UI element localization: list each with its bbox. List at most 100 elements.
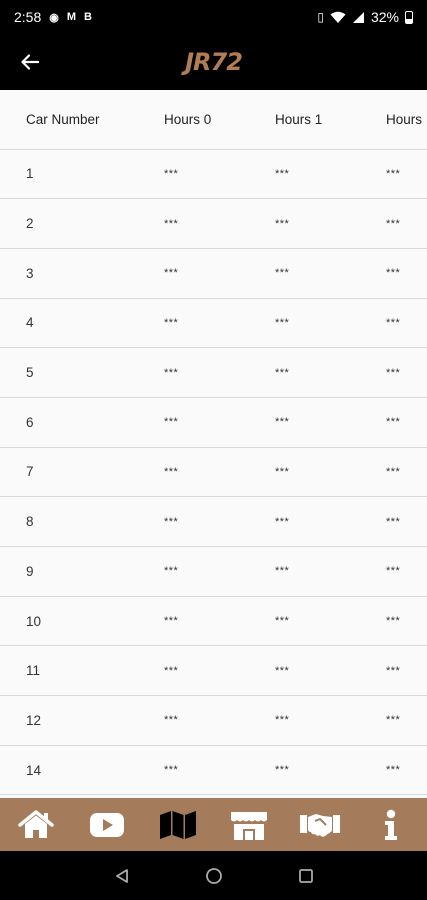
table-row[interactable]: 9 *** *** *** bbox=[0, 547, 427, 597]
table-row[interactable]: 2 *** *** *** bbox=[0, 199, 427, 249]
car-number-cell: 11 bbox=[26, 663, 41, 679]
system-home-button[interactable] bbox=[199, 861, 229, 891]
hours-0-cell: *** bbox=[164, 267, 179, 280]
notification-icon-1: ◉ bbox=[49, 11, 59, 24]
hours-0-cell: *** bbox=[164, 366, 179, 379]
hours-2-cell: *** bbox=[386, 366, 401, 379]
home-icon bbox=[17, 809, 54, 838]
system-back-button[interactable] bbox=[107, 861, 137, 891]
nav-partners-button[interactable] bbox=[290, 798, 350, 851]
table-row[interactable]: 11 *** *** *** bbox=[0, 646, 427, 696]
car-number-cell: 4 bbox=[26, 315, 34, 331]
hours-1-cell: *** bbox=[275, 366, 290, 379]
gmail-icon: M bbox=[66, 11, 77, 23]
car-number-cell: 8 bbox=[26, 514, 34, 530]
table-row[interactable]: 1 *** *** *** bbox=[0, 149, 427, 199]
header-hours-2: Hours bbox=[386, 111, 423, 127]
hours-0-cell: *** bbox=[164, 565, 179, 578]
handshake-icon bbox=[300, 813, 341, 837]
hours-1-cell: *** bbox=[275, 764, 290, 777]
hours-1-cell: *** bbox=[275, 714, 290, 727]
hours-1-cell: *** bbox=[275, 465, 290, 478]
signal-icon bbox=[352, 11, 364, 23]
table-row[interactable]: 3 *** *** *** bbox=[0, 248, 427, 299]
car-number-cell: 10 bbox=[26, 613, 42, 629]
hours-0-cell: *** bbox=[164, 465, 179, 478]
table-row[interactable]: 7 *** *** *** bbox=[0, 447, 427, 497]
hours-1-cell: *** bbox=[275, 316, 290, 329]
car-number-cell: 5 bbox=[26, 365, 34, 381]
battery-icon bbox=[405, 10, 413, 24]
hours-0-cell: *** bbox=[164, 167, 179, 180]
hours-2-cell: *** bbox=[386, 664, 401, 677]
car-number-cell: 1 bbox=[26, 166, 34, 182]
table-row[interactable]: 12 *** *** *** bbox=[0, 696, 427, 746]
vibrate-icon: ▯ bbox=[317, 10, 324, 24]
hours-2-cell: *** bbox=[386, 465, 401, 478]
hours-1-cell: *** bbox=[275, 416, 290, 429]
car-number-cell: 14 bbox=[26, 762, 42, 778]
triangle-back-icon bbox=[115, 868, 128, 883]
store-icon bbox=[231, 811, 268, 840]
hours-2-cell: *** bbox=[386, 714, 401, 727]
table-header-row: Car Number Hours 0 Hours 1 Hours bbox=[0, 90, 427, 149]
youtube-icon bbox=[89, 812, 124, 837]
car-number-cell: 7 bbox=[26, 464, 34, 480]
arrow-left-icon bbox=[21, 54, 39, 70]
hours-0-cell: *** bbox=[164, 664, 179, 677]
table-row[interactable]: 8 *** *** *** bbox=[0, 497, 427, 547]
nav-info-button[interactable] bbox=[361, 798, 421, 851]
hours-1-cell: *** bbox=[275, 664, 290, 677]
table-row[interactable]: 5 *** *** *** bbox=[0, 348, 427, 398]
hours-0-cell: *** bbox=[164, 714, 179, 727]
hours-table: Car Number Hours 0 Hours 1 Hours 1 *** ***… bbox=[0, 90, 427, 795]
table-row[interactable]: 10 *** *** *** bbox=[0, 596, 427, 646]
hours-2-cell: *** bbox=[386, 515, 401, 528]
notification-icon-3: B bbox=[84, 11, 92, 23]
battery-percent: 32% bbox=[370, 9, 399, 25]
back-button[interactable] bbox=[0, 34, 60, 90]
header-car-number: Car Number bbox=[26, 111, 100, 127]
hours-1-cell: *** bbox=[275, 515, 290, 528]
hours-0-cell: *** bbox=[164, 764, 179, 777]
info-icon bbox=[385, 809, 398, 840]
hours-2-cell: *** bbox=[386, 217, 401, 230]
nav-home-button[interactable] bbox=[6, 798, 66, 851]
hours-0-cell: *** bbox=[164, 615, 179, 628]
nav-map-button[interactable] bbox=[148, 798, 208, 851]
hours-0-cell: *** bbox=[164, 416, 179, 429]
map-icon bbox=[159, 810, 196, 839]
table-row[interactable]: 14 *** *** *** bbox=[0, 745, 427, 795]
hours-2-cell: *** bbox=[386, 416, 401, 429]
table-row[interactable]: 6 *** *** *** bbox=[0, 397, 427, 448]
hours-1-cell: *** bbox=[275, 615, 290, 628]
system-recents-button[interactable] bbox=[291, 861, 321, 891]
hours-2-cell: *** bbox=[386, 167, 401, 180]
hours-0-cell: *** bbox=[164, 217, 179, 230]
app-bar: JR72 bbox=[0, 34, 427, 90]
status-bar: 2:58 ◉ M B ▯ 32% bbox=[0, 0, 427, 34]
bottom-nav bbox=[0, 798, 427, 851]
system-nav-bar bbox=[0, 851, 427, 900]
nav-store-button[interactable] bbox=[219, 798, 279, 851]
hours-2-cell: *** bbox=[386, 764, 401, 777]
hours-2-cell: *** bbox=[386, 316, 401, 329]
car-number-cell: 12 bbox=[26, 712, 42, 728]
car-number-cell: 6 bbox=[26, 414, 34, 430]
hours-2-cell: *** bbox=[386, 267, 401, 280]
hours-2-cell: *** bbox=[386, 615, 401, 628]
hours-2-cell: *** bbox=[386, 565, 401, 578]
hours-table-container[interactable]: Car Number Hours 0 Hours 1 Hours 1 *** ***… bbox=[0, 90, 427, 798]
hours-1-cell: *** bbox=[275, 565, 290, 578]
car-number-cell: 9 bbox=[26, 563, 34, 579]
nav-youtube-button[interactable] bbox=[77, 798, 137, 851]
hours-1-cell: *** bbox=[275, 267, 290, 280]
header-hours-0: Hours 0 bbox=[164, 111, 212, 127]
hours-1-cell: *** bbox=[275, 167, 290, 180]
car-number-cell: 2 bbox=[26, 216, 34, 232]
car-number-cell: 3 bbox=[26, 265, 34, 281]
table-row[interactable]: 4 *** *** *** bbox=[0, 298, 427, 348]
hours-0-cell: *** bbox=[164, 316, 179, 329]
circle-home-icon bbox=[205, 867, 222, 884]
hours-0-cell: *** bbox=[164, 515, 179, 528]
